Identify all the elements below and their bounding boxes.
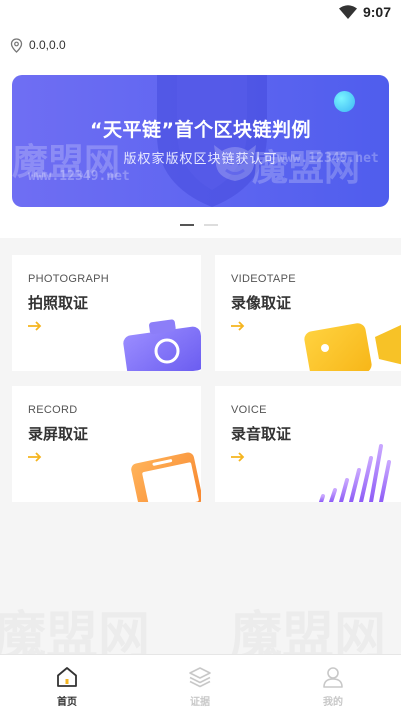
header-area: 0.0,0.0 魔盟网 www.12349.net 魔盟网 www.12349.…	[0, 26, 401, 238]
location-coordinates: 0.0,0.0	[29, 38, 66, 52]
location-pin-icon	[10, 37, 23, 53]
phone-screen-icon	[131, 452, 201, 502]
card-title-en: RECORD	[28, 404, 78, 416]
carousel-dot[interactable]	[204, 224, 218, 226]
card-title-en: PHOTOGRAPH	[28, 273, 110, 285]
card-title-en: VOICE	[231, 404, 267, 416]
arrow-right-icon	[231, 321, 245, 331]
card-videotape[interactable]: VIDEOTAPE 录像取证	[215, 255, 401, 371]
card-voice[interactable]: VOICE 录音取证	[215, 386, 401, 502]
arrow-right-icon	[28, 452, 42, 462]
tab-label: 我的	[323, 697, 343, 708]
arrow-right-icon	[231, 452, 245, 462]
status-bar: 9:07	[0, 0, 401, 26]
banner-title: “天平链”首个区块链判例	[90, 119, 311, 141]
status-time: 9:07	[362, 4, 391, 20]
layers-icon	[189, 667, 211, 688]
tab-home[interactable]: 首页	[27, 655, 107, 711]
video-camera-icon	[304, 323, 401, 371]
carousel-dot-active[interactable]	[180, 224, 194, 226]
tab-mine[interactable]: 我的	[293, 655, 373, 711]
banner-carousel[interactable]: 魔盟网 www.12349.net 魔盟网 www.12349.net “天平链…	[12, 75, 389, 207]
tab-label: 证据	[190, 697, 210, 708]
card-title-cn: 录屏取证	[28, 425, 89, 443]
card-title-cn: 录音取证	[231, 425, 292, 443]
card-record[interactable]: RECORD 录屏取证	[12, 386, 201, 502]
banner-watermark-url: www.12349.net	[28, 169, 130, 184]
card-title-cn: 拍照取证	[28, 294, 89, 312]
wifi-icon	[339, 5, 357, 19]
bottom-tab-bar: 首页 证据 我的	[0, 654, 401, 711]
arrow-right-icon	[28, 321, 42, 331]
banner-subtitle: 版权家版权区块链获认可	[123, 152, 278, 167]
tab-evidence[interactable]: 证据	[160, 655, 240, 711]
camera-icon	[123, 319, 201, 371]
home-icon	[57, 667, 77, 687]
user-icon	[323, 667, 343, 688]
tab-label: 首页	[57, 697, 77, 708]
card-title-cn: 录像取证	[231, 294, 292, 312]
card-title-en: VIDEOTAPE	[231, 273, 296, 285]
card-photograph[interactable]: PHOTOGRAPH 拍照取证	[12, 255, 201, 371]
location-row[interactable]: 0.0,0.0	[10, 36, 66, 54]
banner-decor-dot	[334, 91, 355, 112]
sound-wave-icon	[319, 444, 391, 502]
carousel-indicator	[180, 224, 228, 227]
